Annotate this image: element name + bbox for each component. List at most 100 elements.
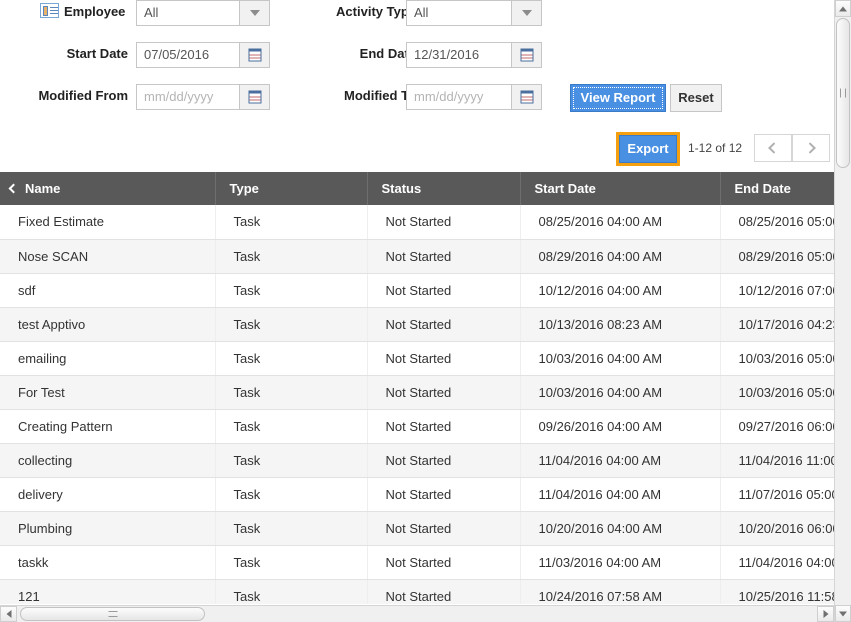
table-cell: emailing — [0, 341, 216, 376]
start-date-label: Start Date — [66, 46, 128, 61]
end-date-label: End Date — [359, 46, 416, 61]
table-cell: Not Started — [367, 511, 521, 546]
table-cell: Not Started — [367, 307, 521, 342]
table-cell: 09/27/2016 06:00 AM — [720, 409, 834, 444]
table-cell: Not Started — [367, 205, 521, 240]
chevron-down-icon[interactable] — [511, 1, 541, 25]
end-date-input[interactable]: 12/31/2016 — [406, 42, 542, 68]
table-cell: 10/17/2016 04:23 AM — [720, 307, 834, 342]
table-cell: 10/12/2016 07:00 AM — [720, 273, 834, 308]
column-header-start-date-label: Start Date — [534, 181, 596, 196]
activity-type-select-value: All — [414, 5, 429, 20]
column-header-end-date[interactable]: End Date — [720, 172, 834, 205]
column-header-name[interactable]: Name — [0, 172, 216, 205]
table-cell: Fixed Estimate — [0, 205, 216, 240]
table-cell: 08/25/2016 04:00 AM — [520, 205, 721, 240]
table-row[interactable]: Plumbing Task Not Started 10/20/2016 04:00 … — [0, 511, 834, 546]
table-cell: Task — [215, 239, 368, 274]
table-cell: 11/04/2016 04:00 AM — [520, 477, 721, 512]
table-row[interactable]: Fixed Estimate Task Not Started 08/25/2016 … — [0, 205, 834, 240]
table-header-row: Name Type Status Start Date End Date — [0, 172, 834, 205]
scroll-down-button[interactable] — [835, 605, 851, 622]
table-cell: 10/13/2016 08:23 AM — [520, 307, 721, 342]
table-cell: Task — [215, 443, 368, 478]
table-cell: Not Started — [367, 239, 521, 274]
report-page: Employee All Activity Type All Start Dat… — [0, 0, 851, 622]
triangle-up-icon — [839, 6, 847, 11]
horizontal-scrollbar[interactable] — [0, 605, 834, 622]
calendar-icon[interactable] — [511, 43, 541, 67]
vertical-scrollbar[interactable] — [834, 0, 851, 622]
pagination-prev-button[interactable] — [754, 134, 792, 162]
activity-type-select[interactable]: All — [406, 0, 542, 26]
table-cell: 11/04/2016 11:00 AM — [720, 443, 834, 478]
table-cell: Task — [215, 511, 368, 546]
column-header-status[interactable]: Status — [367, 172, 521, 205]
grip-icon — [840, 88, 846, 98]
table-cell: Task — [215, 409, 368, 444]
column-header-start-date[interactable]: Start Date — [520, 172, 721, 205]
table-cell: 11/07/2016 05:00 AM — [720, 477, 834, 512]
table-cell: Not Started — [367, 579, 521, 604]
chevron-right-icon — [804, 142, 816, 154]
table-row[interactable]: taskk Task Not Started 11/03/2016 04:00 AM 1… — [0, 545, 834, 580]
table-cell: Not Started — [367, 477, 521, 512]
start-date-value: 07/05/2016 — [144, 47, 210, 62]
table-cell: delivery — [0, 477, 216, 512]
table-cell: 08/29/2016 05:00 AM — [720, 239, 834, 274]
table-cell: 10/03/2016 05:00 AM — [720, 375, 834, 410]
reset-button[interactable]: Reset — [670, 84, 722, 112]
column-header-type-label: Type — [229, 181, 259, 196]
column-header-status-label: Status — [381, 181, 422, 196]
pagination-next-button[interactable] — [792, 134, 830, 162]
triangle-down-icon — [839, 611, 847, 616]
employee-select-value: All — [144, 5, 159, 20]
employee-label: Employee — [64, 4, 126, 19]
column-header-name-label: Name — [25, 181, 61, 196]
table-row[interactable]: Creating Pattern Task Not Started 09/26/201… — [0, 409, 834, 444]
modified-to-input[interactable]: mm/dd/yyyy — [406, 84, 542, 110]
table-row[interactable]: sdf Task Not Started 10/12/2016 04:00 AM 10/… — [0, 273, 834, 308]
table-cell: For Test — [0, 375, 216, 410]
table-cell: Task — [215, 375, 368, 410]
column-header-end-date-label: End Date — [734, 181, 791, 196]
table-cell: Not Started — [367, 409, 521, 444]
modified-from-value: mm/dd/yyyy — [144, 89, 214, 104]
chevron-left-icon[interactable] — [8, 183, 19, 194]
table-row[interactable]: delivery Task Not Started 11/04/2016 04:00 … — [0, 477, 834, 512]
column-header-type[interactable]: Type — [215, 172, 368, 205]
calendar-icon[interactable] — [511, 85, 541, 109]
scroll-left-button[interactable] — [0, 606, 17, 622]
table-cell: Task — [215, 579, 368, 604]
table-cell: Not Started — [367, 443, 521, 478]
export-button[interactable]: Export — [619, 135, 677, 163]
table-row[interactable]: emailing Task Not Started 10/03/2016 04:00 … — [0, 341, 834, 376]
table-row[interactable]: collecting Task Not Started 11/04/2016 04:0… — [0, 443, 834, 478]
table-cell: 10/20/2016 06:00 AM — [720, 511, 834, 546]
table-cell: 10/03/2016 04:00 AM — [520, 341, 721, 376]
table-cell: 121 — [0, 579, 216, 604]
table-cell: taskk — [0, 545, 216, 580]
table-cell: Task — [215, 477, 368, 512]
table-row[interactable]: test Apptivo Task Not Started 10/13/2016 08… — [0, 307, 834, 342]
table-cell: 10/24/2016 07:58 AM — [520, 579, 721, 604]
table-cell: 11/04/2016 04:00 AM — [720, 545, 834, 580]
table-cell: 11/03/2016 04:00 AM — [520, 545, 721, 580]
table-cell: Not Started — [367, 273, 521, 308]
table-cell: 09/26/2016 04:00 AM — [520, 409, 721, 444]
view-report-button[interactable]: View Report — [570, 84, 666, 112]
horizontal-scroll-thumb[interactable] — [20, 607, 205, 621]
scroll-right-button[interactable] — [817, 606, 834, 622]
table-cell: collecting — [0, 443, 216, 478]
table-cell: sdf — [0, 273, 216, 308]
table-row[interactable]: Nose SCAN Task Not Started 08/29/2016 04:00… — [0, 239, 834, 274]
table-cell: 08/25/2016 05:00 AM — [720, 205, 834, 240]
triangle-left-icon — [6, 610, 11, 618]
scroll-up-button[interactable] — [835, 0, 851, 17]
table-row[interactable]: 121 Task Not Started 10/24/2016 07:58 AM 10/… — [0, 579, 834, 604]
table-row[interactable]: For Test Task Not Started 10/03/2016 04:00 … — [0, 375, 834, 410]
vertical-scroll-thumb[interactable] — [836, 18, 850, 168]
report-table: Name Type Status Start Date End Date Fix… — [0, 172, 834, 604]
table-cell: Not Started — [367, 375, 521, 410]
table-cell: Not Started — [367, 545, 521, 580]
